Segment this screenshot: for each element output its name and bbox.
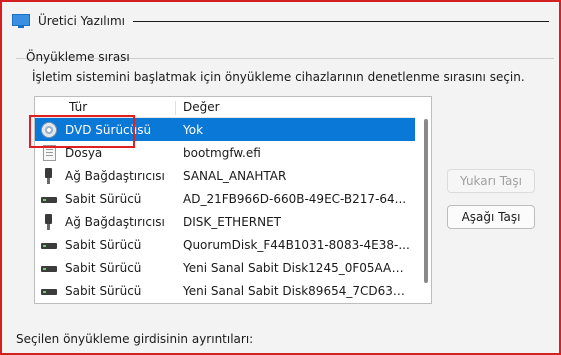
boot-entry-row[interactable]: Ağ Bağdaştırıcısı DISK_ETHERNET	[35, 210, 415, 233]
boot-entry-type: Sabit Sürücü	[65, 237, 142, 252]
network-adapter-icon	[41, 168, 57, 184]
column-header-type[interactable]: Tür	[69, 100, 87, 114]
boot-entry-type: Sabit Sürücü	[65, 283, 142, 298]
boot-entry-row[interactable]: Sabit Sürücü Yeni Sanal Sabit Disk1245_0…	[35, 256, 415, 279]
boot-entry-value: bootmgfw.efi	[183, 145, 261, 160]
header-divider	[132, 20, 549, 22]
dvd-icon	[41, 122, 57, 138]
boot-entry-row[interactable]: Ağ Bağdaştırıcısı SANAL_ANAHTAR	[35, 164, 415, 187]
boot-entry-type: Sabit Sürücü	[65, 260, 142, 275]
selected-entry-details-label: Seçilen önyükleme girdisinin ayrıntıları…	[16, 332, 254, 346]
boot-entry-type: Sabit Sürücü	[65, 191, 142, 206]
boot-order-list[interactable]: Tür Değer DVD Sürücüsü Yok Dosya bootmgf…	[34, 96, 432, 304]
boot-entry-type: Ağ Bağdaştırıcısı	[65, 214, 165, 229]
firmware-settings-panel: Üretici Yazılımı Önyükleme sırası İşleti…	[0, 0, 561, 355]
boot-entry-value: Yeni Sanal Sabit Disk1245_0F05AAA...	[183, 260, 411, 275]
boot-order-description: İşletim sistemini başlatmak için önyükle…	[32, 70, 525, 84]
boot-entry-value: QuorumDisk_F44B1031-8083-4E38-...	[183, 237, 410, 252]
boot-entry-value: SANAL_ANAHTAR	[183, 168, 287, 183]
boot-entry-row[interactable]: Dosya bootmgfw.efi	[35, 141, 415, 164]
hard-drive-icon	[41, 191, 57, 207]
boot-entry-row[interactable]: DVD Sürücüsü Yok	[35, 118, 415, 141]
boot-entry-value: Yok	[183, 122, 204, 137]
hard-drive-icon	[41, 237, 57, 253]
hard-drive-icon	[41, 260, 57, 276]
list-header: Tür Değer	[35, 97, 415, 118]
boot-entry-row[interactable]: Sabit Sürücü Yeni Sanal Sabit Disk89654_…	[35, 279, 415, 302]
file-icon	[43, 145, 56, 161]
boot-entry-type: Dosya	[65, 145, 103, 160]
boot-order-label: Önyükleme sırası	[26, 50, 130, 64]
boot-entry-type: DVD Sürücüsü	[65, 122, 152, 137]
list-scrollbar-thumb[interactable]	[424, 119, 428, 283]
boot-entry-value: Yeni Sanal Sabit Disk89654_7CD637...	[183, 283, 411, 298]
column-header-value[interactable]: Değer	[183, 100, 220, 114]
boot-entry-row[interactable]: Sabit Sürücü QuorumDisk_F44B1031-8083-4E…	[35, 233, 415, 256]
section-title: Üretici Yazılımı	[38, 14, 125, 28]
network-adapter-icon	[41, 214, 57, 230]
move-down-button[interactable]: Aşağı Taşı	[447, 205, 535, 229]
column-divider	[175, 101, 176, 115]
boot-entry-type: Ağ Bağdaştırıcısı	[65, 168, 165, 183]
boot-entry-value: AD_21FB966D-660B-49EC-B217-64...	[183, 191, 407, 206]
boot-entry-value: DISK_ETHERNET	[183, 214, 282, 229]
monitor-icon	[12, 14, 30, 28]
boot-entry-row[interactable]: Sabit Sürücü AD_21FB966D-660B-49EC-B217-…	[35, 187, 415, 210]
move-up-button[interactable]: Yukarı Taşı	[447, 169, 535, 193]
section-header: Üretici Yazılımı	[12, 10, 549, 32]
hard-drive-icon	[41, 283, 57, 299]
